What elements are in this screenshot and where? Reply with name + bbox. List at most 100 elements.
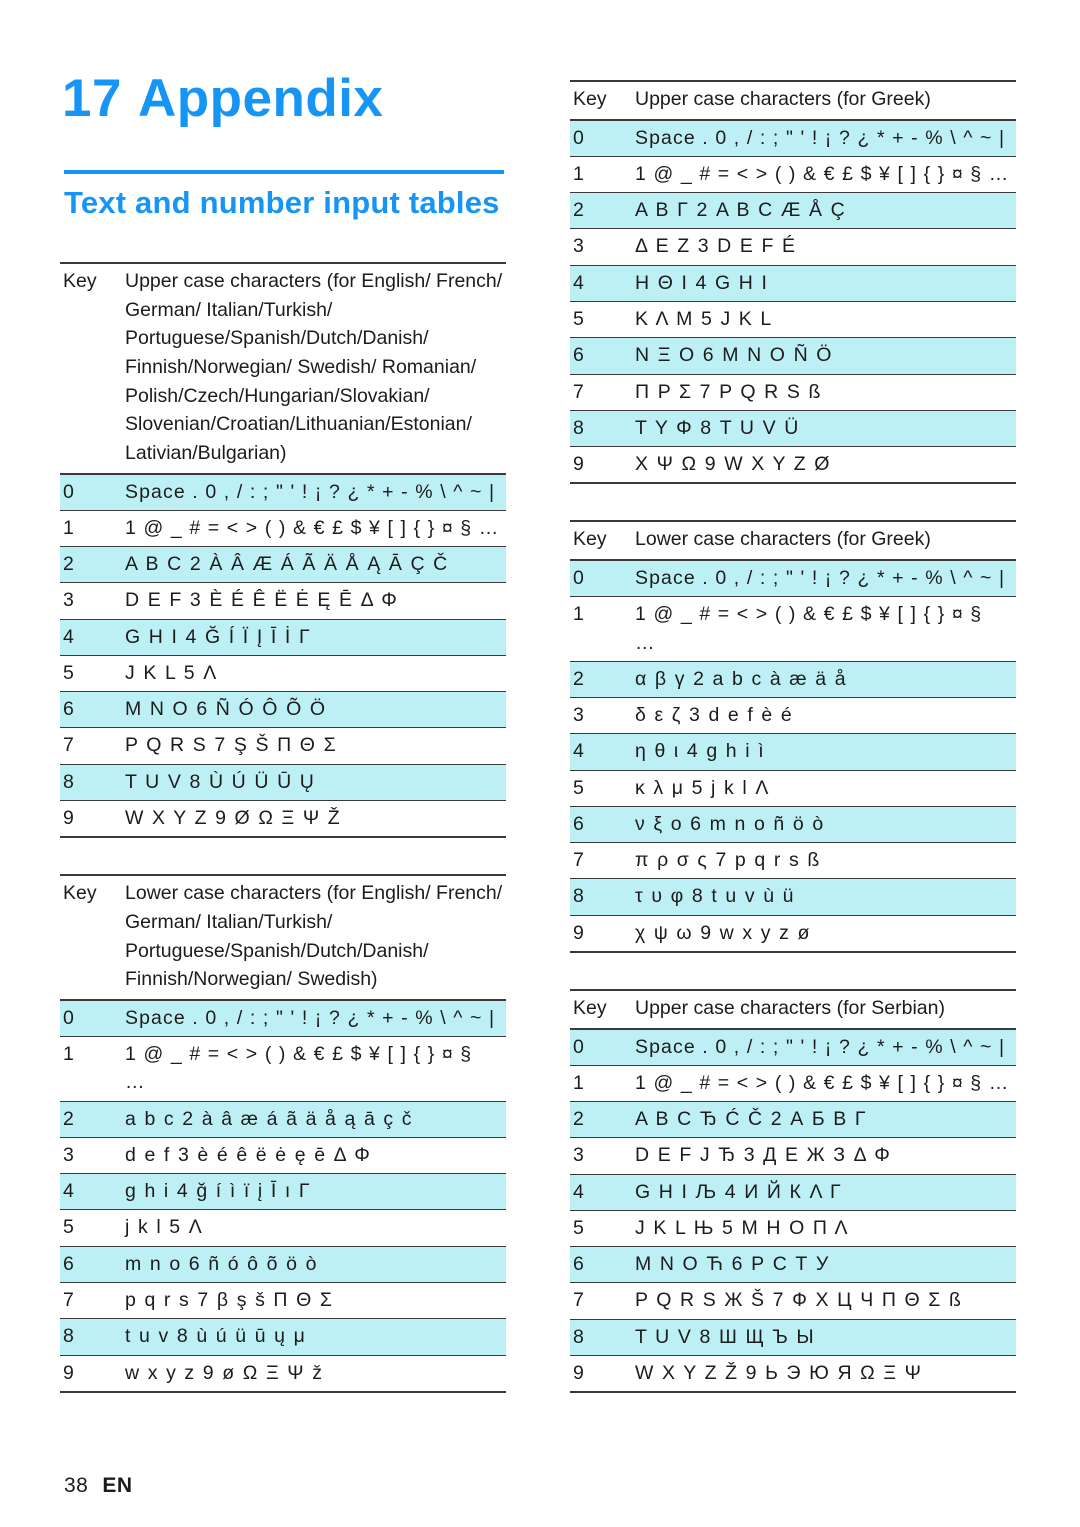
characters-cell: Η Θ Ι 4 G H I: [635, 265, 1016, 302]
characters-cell: G H I 4 Ğ Í Ï Į Ī İ Γ: [125, 619, 506, 656]
table-row: 6M N O Ћ 6 Р С Т У: [570, 1246, 1016, 1284]
characters-cell: T U V 8 Ù Ú Ü Ū Ų: [125, 764, 506, 801]
document-page: 17 Appendix Text and number input tables …: [0, 0, 1080, 1527]
table-header-row: Key Upper case characters (for English/ F…: [60, 263, 506, 475]
key-cell: 1: [60, 1036, 125, 1102]
key-cell: 5: [570, 301, 635, 339]
table-row: 9 Χ Ψ Ω 9 W X Y Z Ø: [570, 447, 1016, 484]
table-row: 9 χ ψ ω 9 w x y z ø: [570, 915, 1016, 952]
table-row: 5J K L 5 Λ: [60, 655, 506, 693]
characters-cell: J K L 5 Λ: [125, 655, 506, 693]
characters-cell: ν ξ ο 6 m n o ñ ö ò: [635, 806, 1016, 844]
key-cell: 8: [60, 1318, 125, 1356]
key-cell: 0: [60, 473, 125, 511]
key-cell: 1: [570, 596, 635, 662]
characters-cell: d e f 3 è é ê ë ė ę ē Δ Φ: [125, 1137, 506, 1175]
table-row: 9 W X Y Z Ž 9 Ь Э Ю Я Ω Ξ Ψ: [570, 1355, 1016, 1392]
table-row: 3D E F J Ђ 3 Д Е Ж З Δ Φ: [570, 1137, 1016, 1175]
characters-cell: τ υ φ 8 t u v ù ü: [635, 878, 1016, 916]
key-cell: 3: [60, 1137, 125, 1175]
key-cell: 4: [570, 1174, 635, 1211]
table-row: 11 @ _ # = < > ( ) & € £ $ ¥ [ ] { } ¤ §…: [60, 510, 506, 548]
key-cell: 9: [573, 1361, 584, 1384]
table-row: 2a b c 2 à â æ á ã ä å ą ā ç č: [60, 1101, 506, 1138]
characters-cell: Space . 0 , / : ; " ' ! ¡ ? ¿ * + - % \ …: [635, 119, 1016, 157]
characters-cell: Space . 0 , / : ; " ' ! ¡ ? ¿ * + - % \ …: [635, 559, 1016, 598]
key-cell: 0: [570, 559, 635, 598]
column-header-key: Key: [60, 263, 125, 475]
table-header-row: Key Lower case characters (for English/ F…: [60, 875, 506, 1001]
key-cell: 2: [60, 546, 125, 584]
key-cell: 6: [570, 806, 635, 844]
table-row: 4η θ ι 4 g h i ì: [570, 733, 1016, 771]
table-row: 2Α Β Γ 2 A B C Æ Å Ç: [570, 192, 1016, 230]
characters-cell: 1 @ _ # = < > ( ) & € £ $ ¥ [ ] { } ¤ § …: [635, 1065, 1016, 1103]
footer-page-number: 38: [64, 1474, 89, 1497]
characters-cell: η θ ι 4 g h i ì: [635, 733, 1016, 771]
key-cell: 6: [60, 1246, 125, 1284]
key-cell: 5: [570, 1210, 635, 1248]
table-row: 11 @ _ # = < > ( ) & € £ $ ¥ [ ] { } ¤ §…: [570, 596, 1016, 662]
characters-cell: M N O Ћ 6 Р С Т У: [635, 1246, 1016, 1284]
key-cell: 8: [570, 1319, 635, 1356]
characters-cell: 1 @ _ # = < > ( ) & € £ $ ¥ [ ] { } ¤ § …: [125, 1036, 506, 1102]
table-row: 11 @ _ # = < > ( ) & € £ $ ¥ [ ] { } ¤ §…: [570, 156, 1016, 194]
characters-cell: t u v 8 ù ú ü ū ų μ: [125, 1318, 506, 1356]
table-row: 4G H I 4 Ğ Í Ï Į Ī İ Γ: [60, 619, 506, 656]
characters-cell: D E F J Ђ 3 Д Е Ж З Δ Φ: [635, 1137, 1016, 1175]
key-cell: 3: [60, 582, 125, 620]
table-row: 7P Q R S Ж Š 7 Ф Х Ц Ч Π Θ Σ ß: [570, 1282, 1016, 1320]
key-cell: 3: [570, 228, 635, 266]
key-cell: 1: [570, 1065, 635, 1103]
characters-cell: 1 @ _ # = < > ( ) & € £ $ ¥ [ ] { } ¤ § …: [635, 596, 1016, 662]
table-row: 9 w x y z 9 ø Ω Ξ Ψ ž: [60, 1355, 506, 1392]
characters-cell: π ρ σ ς 7 p q r s ß: [635, 842, 1016, 880]
key-cell: 0: [60, 999, 125, 1038]
key-cell: 6: [570, 337, 635, 375]
table-row: 7p q r s 7 β ş š Π Θ Σ: [60, 1282, 506, 1320]
table-row: 0 Space . 0 , / : ; " ' ! ¡ ? ¿ * + - % \…: [570, 119, 1016, 157]
key-cell: 7: [60, 1282, 125, 1320]
column-header-key: Key: [60, 875, 125, 1001]
characters-cell: Ν Ξ Ο 6 M N O Ñ Ö: [635, 337, 1016, 375]
key-cell: 9: [63, 806, 74, 829]
table-row: 5Κ Λ Μ 5 J K L: [570, 301, 1016, 339]
key-cell: 4: [60, 619, 125, 656]
characters-cell: α β γ 2 a b c à æ ä å: [635, 661, 1016, 699]
key-cell: 1: [570, 156, 635, 194]
characters-cell: Χ Ψ Ω 9 W X Y Z Ø: [635, 453, 832, 476]
table-row: 4G H I Љ 4 И Й К Λ Γ: [570, 1174, 1016, 1211]
characters-cell: Space . 0 , / : ; " ' ! ¡ ? ¿ * + - % \ …: [125, 473, 506, 511]
table-row: 3Δ Ε Ζ 3 D E F É: [570, 228, 1016, 266]
table-row: 11 @ _ # = < > ( ) & € £ $ ¥ [ ] { } ¤ §…: [570, 1065, 1016, 1103]
key-cell: 2: [570, 661, 635, 699]
characters-cell: A B C Ђ Ć Č 2 А Б В Г: [635, 1101, 1016, 1139]
key-cell: 5: [570, 770, 635, 807]
table-row: 3δ ε ζ 3 d e f è é: [570, 697, 1016, 735]
table-row: 5J K L Њ 5 М Н О Π Λ: [570, 1210, 1016, 1248]
table-row: 4Η Θ Ι 4 G H I: [570, 265, 1016, 302]
key-cell: 5: [60, 655, 125, 693]
characters-cell: J K L Њ 5 М Н О Π Λ: [635, 1210, 1016, 1248]
table-row: 8T U V 8 Ш Щ Ъ Ы: [570, 1319, 1016, 1356]
table-row: 0 Space . 0 , / : ; " ' ! ¡ ? ¿ * + - % \…: [60, 473, 506, 511]
column-header-key: Key: [570, 81, 635, 121]
key-cell: 4: [570, 733, 635, 771]
character-table-upper-greek: Key Upper case characters (for Greek) 0 Spa…: [570, 80, 1016, 485]
characters-cell: δ ε ζ 3 d e f è é: [635, 697, 1016, 735]
key-cell: 8: [570, 878, 635, 916]
key-cell: 1: [60, 510, 125, 548]
left-column: Key Upper case characters (for English/ F…: [60, 0, 512, 1429]
characters-cell: 1 @ _ # = < > ( ) & € £ $ ¥ [ ] { } ¤ § …: [635, 156, 1016, 194]
characters-cell: G H I Љ 4 И Й К Λ Γ: [635, 1174, 1016, 1211]
characters-cell: T U V 8 Ш Щ Ъ Ы: [635, 1319, 1016, 1356]
key-cell: 2: [570, 1101, 635, 1139]
key-cell: 8: [570, 410, 635, 448]
character-table-lower-latin: Key Lower case characters (for English/ F…: [60, 874, 506, 1393]
table-header-row: Key Lower case characters (for Greek): [570, 521, 1016, 561]
characters-cell: κ λ μ 5 j k l Λ: [635, 770, 1016, 807]
table-row: 3d e f 3 è é ê ë ė ę ē Δ Φ: [60, 1137, 506, 1175]
table-row: 7π ρ σ ς 7 p q r s ß: [570, 842, 1016, 880]
characters-cell: a b c 2 à â æ á ã ä å ą ā ç č: [125, 1101, 506, 1138]
characters-cell: g h i 4 ğ í ì ï į Ī ı Γ: [125, 1173, 506, 1211]
